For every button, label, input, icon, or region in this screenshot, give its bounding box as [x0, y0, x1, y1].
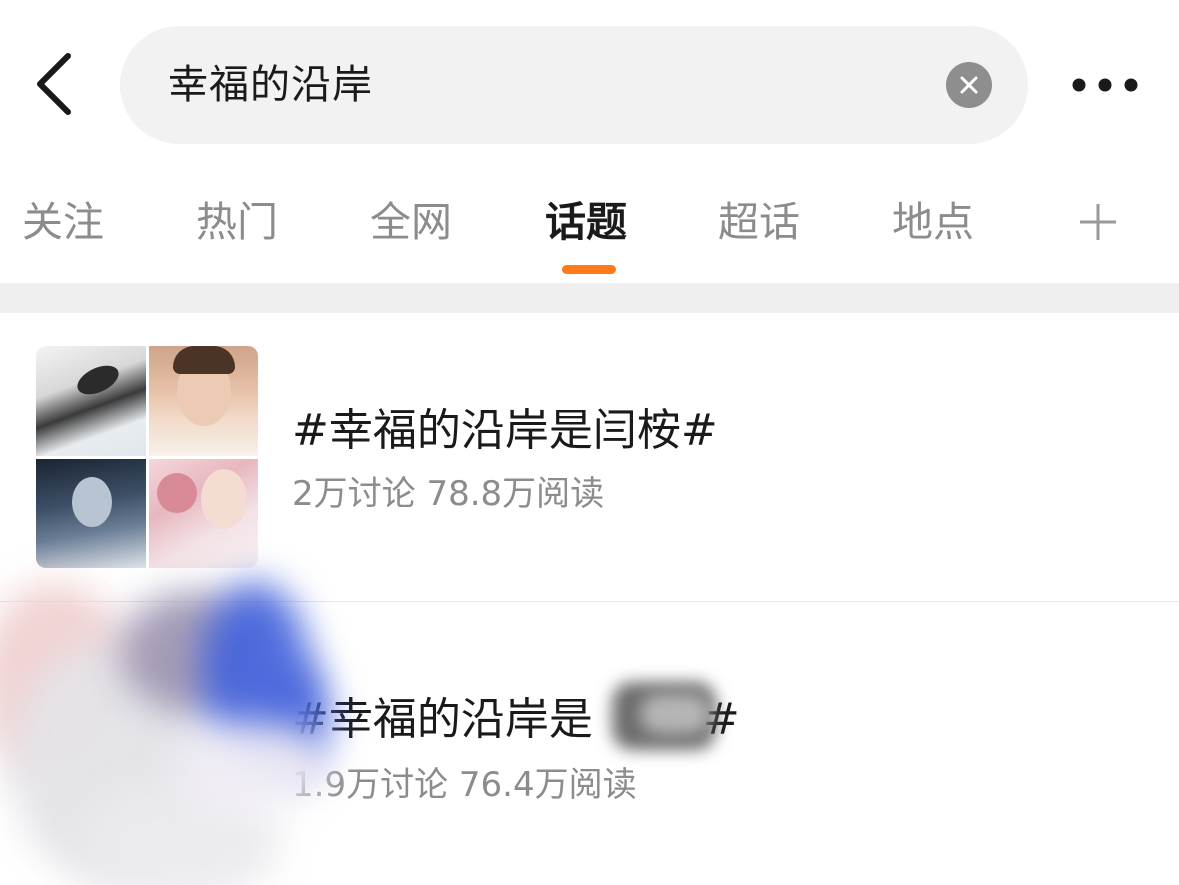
thumbnail-image [148, 346, 258, 456]
tab-super-topics[interactable]: 超话 [718, 190, 800, 254]
search-query: 幸福的沿岸 [168, 62, 373, 108]
more-dots-icon [1072, 78, 1138, 92]
back-button[interactable] [18, 46, 90, 122]
plus-icon [1080, 204, 1116, 240]
topic-stats: 2万讨论 78.8万阅读 [292, 474, 605, 514]
add-tab-button[interactable] [1066, 190, 1130, 254]
tab-follow[interactable]: 关注 [22, 190, 104, 254]
tab-places[interactable]: 地点 [892, 190, 974, 254]
topic-thumbnail [36, 346, 258, 568]
topic-list-item[interactable]: #幸福的沿岸是闫桉# 2万讨论 78.8万阅读 [0, 313, 1179, 601]
clear-search-button[interactable] [946, 62, 992, 108]
topic-title-text: #幸福的沿岸是 [292, 694, 593, 745]
topic-list-item[interactable]: #幸福的沿岸是 # 1.9万讨论 76.4万阅读 [0, 582, 1179, 885]
search-input[interactable]: 幸福的沿岸 [120, 26, 1028, 144]
tab-hot[interactable]: 热门 [196, 190, 278, 254]
section-divider [0, 283, 1179, 313]
blur-overlay [170, 722, 330, 812]
tab-topics[interactable]: 话题 [545, 190, 627, 254]
thumbnail-image [36, 458, 146, 568]
redaction-smudge [640, 694, 710, 734]
thumbnail-image [148, 458, 258, 568]
close-icon [960, 76, 978, 94]
more-options-button[interactable] [1060, 60, 1150, 110]
topic-title: #幸福的沿岸是闫桉# [292, 405, 718, 456]
topic-stats: 1.9万讨论 76.4万阅读 [292, 765, 637, 805]
chevron-left-icon [37, 53, 71, 115]
thumbnail-image [36, 346, 146, 456]
active-tab-indicator [562, 265, 616, 274]
search-results-page: 幸福的沿岸 关注 热门 全网 话题 超话 地点 #幸福的沿岸是闫桉# 2万讨论 … [0, 0, 1179, 885]
tab-all-web[interactable]: 全网 [370, 190, 452, 254]
